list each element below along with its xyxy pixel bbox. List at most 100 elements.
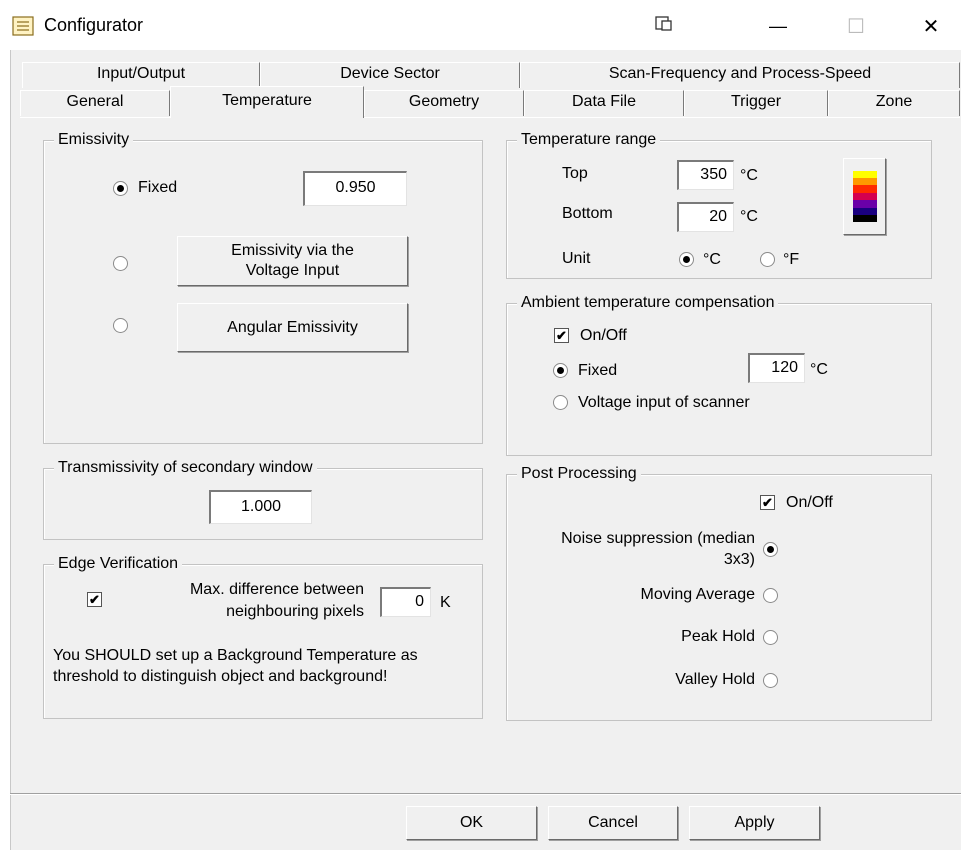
tab-geometry[interactable]: Geometry — [364, 90, 524, 116]
color-palette-button[interactable] — [843, 158, 886, 235]
post-onoff-checkbox[interactable]: ✔ — [760, 495, 775, 510]
tab-scan-frequency[interactable]: Scan-Frequency and Process-Speed — [520, 62, 960, 88]
tab-label: Trigger — [730, 93, 782, 110]
palette-swatch — [852, 192, 877, 201]
peak-hold-radio[interactable] — [763, 630, 778, 645]
button-label: Cancel — [588, 814, 638, 831]
transmissivity-input[interactable]: 1.000 — [209, 490, 312, 524]
button-bar-separator — [10, 793, 961, 795]
ambient-compensation-group-title: Ambient temperature compensation — [517, 293, 779, 313]
tab-data-file[interactable]: Data File — [524, 90, 684, 116]
tab-label: Zone — [875, 93, 913, 110]
button-label-line1: Emissivity via the — [231, 242, 354, 259]
tab-page-top-edge — [20, 117, 960, 118]
edge-verification-group-title: Edge Verification — [54, 554, 183, 574]
peak-hold-label: Peak Hold — [681, 628, 755, 645]
tab-device-sector[interactable]: Device Sector — [260, 62, 520, 88]
title-bar: Configurator — ☐ ✕ — [0, 0, 961, 50]
tab-input-output[interactable]: Input/Output — [22, 62, 260, 88]
temp-top-label: Top — [562, 165, 588, 182]
unit-fahrenheit-label: °F — [783, 251, 800, 268]
edge-note-line1: You SHOULD set up a Background Temperatu… — [53, 647, 418, 664]
button-label: Apply — [734, 814, 775, 831]
max-difference-input[interactable]: 0 — [380, 587, 431, 617]
ambient-voltage-label: Voltage input of scanner — [578, 394, 750, 411]
temp-top-input[interactable]: 350 — [677, 160, 734, 190]
tab-label: Geometry — [408, 93, 480, 110]
angular-emissivity-button[interactable]: Angular Emissivity — [177, 303, 408, 352]
noise-suppression-radio[interactable] — [763, 542, 778, 557]
unit-fahrenheit-radio[interactable] — [760, 252, 775, 267]
tab-label: Temperature — [222, 92, 312, 109]
emissivity-angular-radio[interactable] — [113, 318, 128, 333]
minimize-icon: — — [769, 15, 787, 36]
ambient-compensation-group: Ambient temperature compensation — [506, 293, 932, 456]
tab-temperature[interactable]: Temperature — [170, 86, 364, 118]
tab-general[interactable]: General — [20, 90, 170, 116]
palette-swatch — [852, 207, 877, 216]
edge-note-line2: threshold to distinguish object and back… — [53, 668, 388, 685]
ambient-fixed-input[interactable]: 120 — [748, 353, 805, 383]
palette-swatch — [852, 177, 877, 186]
emissivity-fixed-label: Fixed — [138, 179, 178, 196]
temperature-range-group-title: Temperature range — [517, 130, 661, 150]
tab-label: Device Sector — [340, 65, 440, 82]
ambient-onoff-label: On/Off — [580, 327, 627, 344]
palette-swatch — [852, 215, 877, 223]
button-label-line2: Voltage Input — [245, 262, 340, 279]
transmissivity-group-title: Transmissivity of secondary window — [54, 458, 317, 478]
tab-trigger[interactable]: Trigger — [684, 90, 828, 116]
maximize-button[interactable]: ☐ — [830, 10, 882, 42]
cancel-button[interactable]: Cancel — [548, 806, 678, 840]
palette-swatch — [852, 170, 877, 178]
emissivity-fixed-input[interactable]: 0.950 — [303, 171, 407, 206]
emissivity-fixed-radio[interactable] — [113, 181, 128, 196]
ambient-fixed-unit: °C — [810, 361, 828, 378]
close-icon: ✕ — [922, 15, 940, 38]
button-label: OK — [459, 814, 484, 831]
ambient-fixed-label: Fixed — [578, 362, 618, 379]
temp-bottom-label: Bottom — [562, 205, 613, 222]
window-title: Configurator — [44, 15, 144, 35]
tab-label: Input/Output — [96, 65, 186, 82]
tab-label: General — [66, 93, 124, 110]
apply-button[interactable]: Apply — [689, 806, 820, 840]
emissivity-group: Emissivity — [43, 130, 483, 444]
unit-celsius-radio[interactable] — [679, 252, 694, 267]
noise-suppression-label-line1: Noise suppression (median — [561, 530, 755, 547]
emissivity-voltage-button[interactable]: Emissivity via the Voltage Input — [177, 236, 408, 286]
moving-average-label: Moving Average — [640, 586, 755, 603]
temp-unit-label: Unit — [562, 250, 591, 267]
app-icon — [12, 16, 34, 36]
unit-celsius-label: °C — [703, 251, 721, 268]
palette-swatch — [852, 200, 877, 208]
max-difference-label-line1: Max. difference between — [189, 581, 364, 598]
max-difference-unit: K — [440, 594, 451, 611]
color-palette-icon — [852, 170, 877, 223]
temp-top-unit: °C — [740, 167, 758, 184]
valley-hold-label: Valley Hold — [675, 671, 755, 688]
noise-suppression-label-line2: 3x3) — [723, 551, 755, 568]
max-difference-label-line2: neighbouring pixels — [226, 603, 364, 620]
ambient-fixed-radio[interactable] — [553, 363, 568, 378]
edge-verification-checkbox[interactable]: ✔ — [87, 592, 102, 607]
palette-swatch — [852, 185, 877, 193]
temp-bottom-unit: °C — [740, 208, 758, 225]
minimize-button[interactable]: — — [752, 10, 804, 42]
temp-bottom-input[interactable]: 20 — [677, 202, 734, 232]
close-button[interactable]: ✕ — [905, 10, 957, 42]
tab-label: Scan-Frequency and Process-Speed — [608, 65, 872, 82]
snap-layout-icon[interactable] — [655, 16, 673, 32]
maximize-icon: ☐ — [847, 15, 865, 38]
moving-average-radio[interactable] — [763, 588, 778, 603]
ambient-onoff-checkbox[interactable]: ✔ — [554, 328, 569, 343]
ambient-voltage-radio[interactable] — [553, 395, 568, 410]
post-processing-group-title: Post Processing — [517, 464, 641, 484]
button-label: Angular Emissivity — [227, 318, 358, 336]
valley-hold-radio[interactable] — [763, 673, 778, 688]
emissivity-voltage-radio[interactable] — [113, 256, 128, 271]
tab-label: Data File — [571, 93, 637, 110]
ok-button[interactable]: OK — [406, 806, 537, 840]
emissivity-group-title: Emissivity — [54, 130, 134, 150]
tab-zone[interactable]: Zone — [828, 90, 960, 116]
